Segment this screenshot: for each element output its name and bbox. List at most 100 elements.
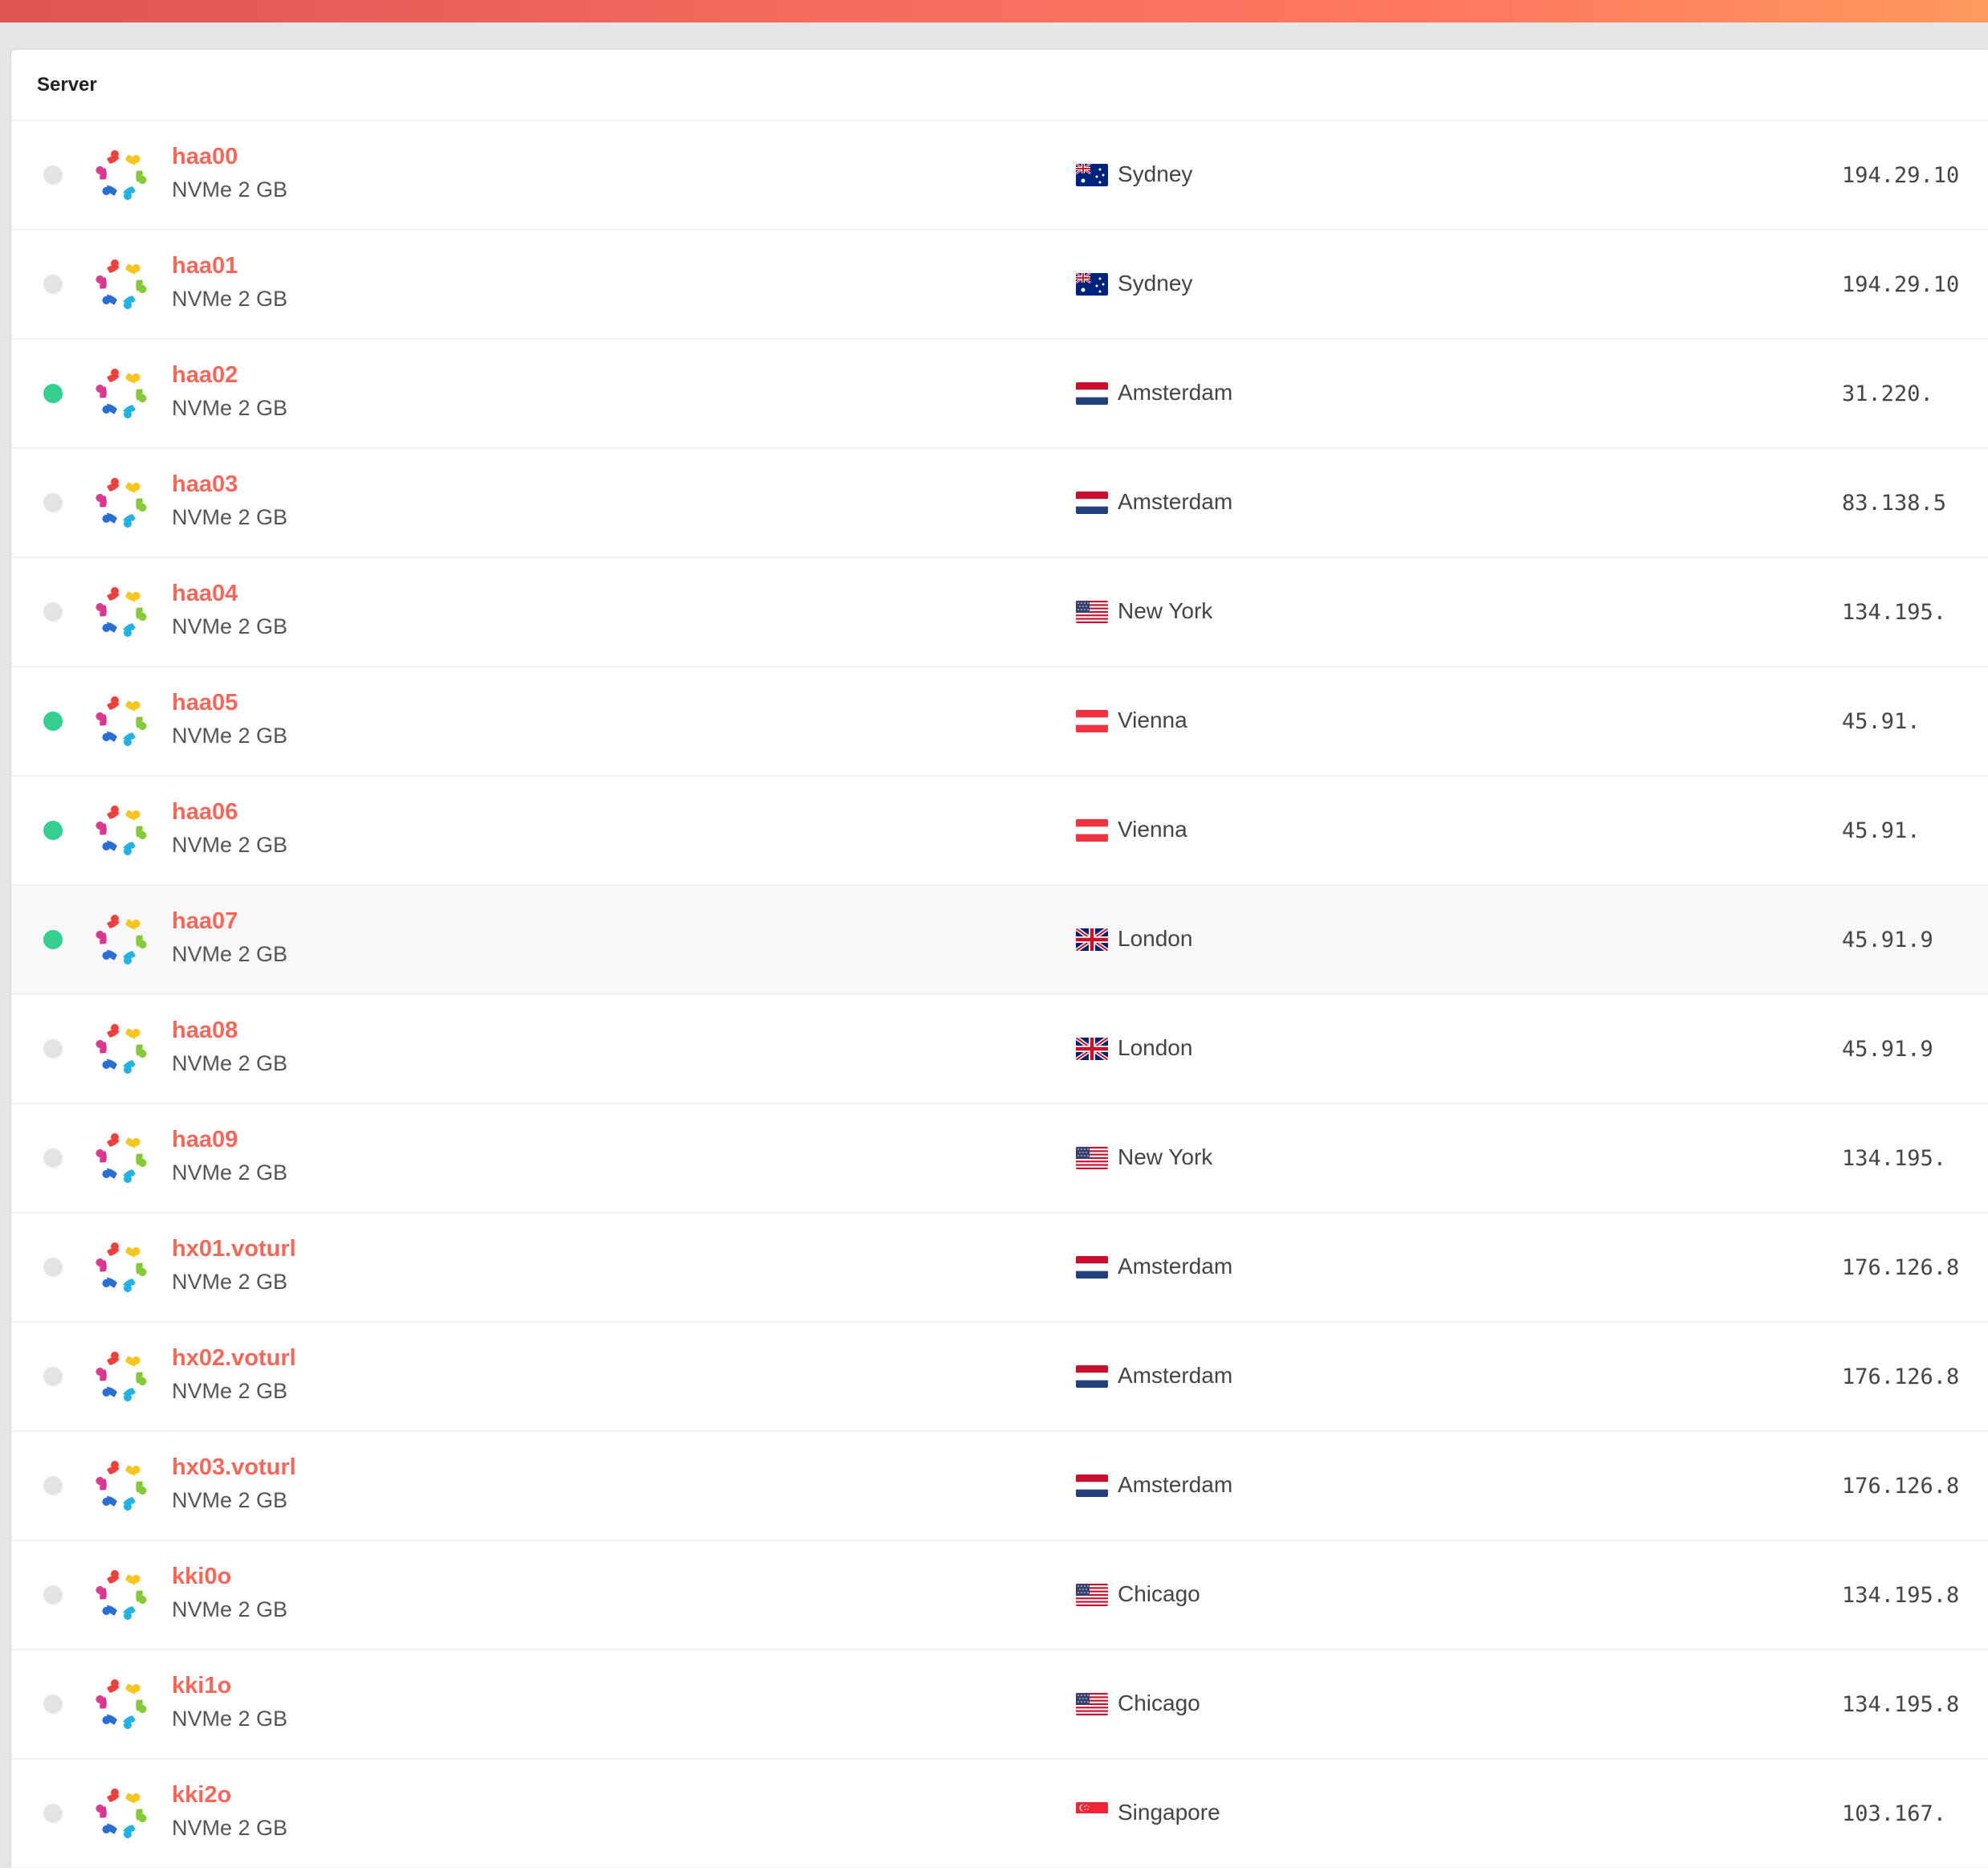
server-plan: NVMe 2 GB [172,1160,288,1185]
status-indicator [43,1258,63,1277]
status-indicator [43,1367,63,1386]
server-logo-icon [92,914,150,965]
table-row[interactable]: haa02 NVMe 2 GB Amsterdam 31.220. [11,340,1988,449]
table-row[interactable]: haa06 NVMe 2 GB Vienna 45.91. [11,777,1988,886]
server-ip-address: 45.91. [1842,818,1921,843]
status-indicator [43,930,63,949]
server-name-link[interactable]: haa01 [172,253,238,279]
server-ip-address: 134.195.8 [1842,1583,1960,1608]
server-plan: NVMe 2 GB [172,1270,288,1294]
server-name-link[interactable]: haa02 [172,362,238,389]
server-name-link[interactable]: haa00 [172,144,238,170]
server-plan: NVMe 2 GB [172,287,288,311]
column-header-server[interactable]: Server [37,74,97,96]
server-name-link[interactable]: haa08 [172,1018,238,1044]
server-location: New York [1118,598,1213,623]
status-indicator [43,1695,63,1714]
table-row[interactable]: haa05 NVMe 2 GB Vienna 45.91. [11,667,1988,777]
server-location: Chicago [1118,1691,1200,1715]
server-ip-address: 31.220. [1842,381,1933,406]
server-ip-address: 194.29.10 [1842,272,1960,297]
server-name-link[interactable]: haa04 [172,581,238,607]
server-location: Singapore [1118,1800,1220,1825]
table-row[interactable]: haa03 NVMe 2 GB Amsterdam 83.138.5 [11,449,1988,558]
flag-nl-icon [1076,491,1108,514]
server-name-link[interactable]: hx02.voturl [172,1345,296,1372]
server-name-link[interactable]: haa05 [172,690,238,716]
server-plan: NVMe 2 GB [172,833,288,857]
status-indicator [43,275,63,294]
server-rows: haa00 NVMe 2 GB Sydney 194.29.10 haa01 NVMe 2… [11,121,1988,1868]
server-name-link[interactable]: haa03 [172,471,238,498]
status-indicator [43,384,63,403]
flag-nl-icon [1076,1256,1108,1279]
flag-us-icon [1076,1147,1108,1169]
server-logo-icon [92,1460,150,1511]
table-row[interactable]: haa08 NVMe 2 GB London 45.91.9 [11,995,1988,1104]
flag-sg-icon [1076,1802,1108,1825]
server-plan: NVMe 2 GB [172,942,288,966]
server-name-link[interactable]: kki1o [172,1673,231,1699]
server-location: Vienna [1118,817,1188,842]
server-name-link[interactable]: hx03.voturl [172,1454,296,1481]
server-name-link[interactable]: haa06 [172,799,238,826]
server-plan: NVMe 2 GB [172,396,288,420]
status-indicator [43,165,63,185]
server-table-panel: Server haa00 NVMe 2 GB Sydney 194.29.10 haa0… [11,50,1988,1868]
status-indicator [43,1039,63,1058]
server-name-link[interactable]: kki0o [172,1564,231,1590]
table-row[interactable]: kki2o NVMe 2 GB Singapore 103.167. [11,1760,1988,1868]
server-location: Vienna [1118,708,1188,732]
server-name-link[interactable]: kki2o [172,1782,231,1809]
server-name-link[interactable]: haa07 [172,908,238,935]
table-row[interactable]: haa00 NVMe 2 GB Sydney 194.29.10 [11,121,1988,230]
server-logo-icon [92,695,150,747]
flag-au-icon [1076,273,1108,296]
server-logo-icon [92,1569,150,1621]
status-indicator [43,1804,63,1823]
flag-gb-icon [1076,928,1108,951]
flag-nl-icon [1076,1365,1108,1388]
server-ip-address: 83.138.5 [1842,491,1947,516]
table-row[interactable]: hx02.voturl NVMe 2 GB Amsterdam 176.126.8 [11,1323,1988,1432]
flag-us-icon [1076,1693,1108,1715]
server-plan: NVMe 2 GB [172,614,288,638]
server-ip-address: 45.91.9 [1842,928,1933,952]
server-location: Chicago [1118,1581,1200,1606]
table-row[interactable]: haa04 NVMe 2 GB New York 134.195. [11,558,1988,667]
server-ip-address: 194.29.10 [1842,163,1960,188]
table-row[interactable]: kki0o NVMe 2 GB Chicago 134.195.8 [11,1541,1988,1650]
table-row[interactable]: kki1o NVMe 2 GB Chicago 134.195.8 [11,1650,1988,1760]
server-logo-icon [92,1788,150,1839]
flag-at-icon [1076,710,1108,732]
server-plan: NVMe 2 GB [172,1707,288,1731]
table-row[interactable]: haa07 NVMe 2 GB London 45.91.9 [11,886,1988,995]
flag-us-icon [1076,601,1108,623]
table-row[interactable]: haa01 NVMe 2 GB Sydney 194.29.10 [11,230,1988,340]
server-name-link[interactable]: haa09 [172,1127,238,1153]
server-location: London [1118,926,1193,951]
server-location: Amsterdam [1118,380,1233,405]
status-indicator [43,1585,63,1605]
server-plan: NVMe 2 GB [172,1816,288,1840]
flag-us-icon [1076,1584,1108,1606]
table-row[interactable]: hx03.voturl NVMe 2 GB Amsterdam 176.126.8 [11,1432,1988,1541]
table-row[interactable]: hx01.voturl NVMe 2 GB Amsterdam 176.126.8 [11,1213,1988,1323]
server-logo-icon [92,1023,150,1075]
server-name-link[interactable]: hx01.voturl [172,1236,296,1262]
server-ip-address: 134.195.8 [1842,1692,1960,1717]
server-location: Amsterdam [1118,1363,1233,1388]
server-ip-address: 176.126.8 [1842,1474,1960,1499]
server-plan: NVMe 2 GB [172,177,288,202]
server-plan: NVMe 2 GB [172,1379,288,1403]
flag-nl-icon [1076,382,1108,405]
server-logo-icon [92,586,150,638]
server-plan: NVMe 2 GB [172,724,288,748]
server-logo-icon [92,259,150,310]
table-row[interactable]: haa09 NVMe 2 GB New York 134.195. [11,1104,1988,1213]
server-logo-icon [92,149,150,201]
table-header: Server [11,50,1988,121]
server-logo-icon [92,1678,150,1730]
server-logo-icon [92,805,150,856]
status-indicator [43,602,63,622]
